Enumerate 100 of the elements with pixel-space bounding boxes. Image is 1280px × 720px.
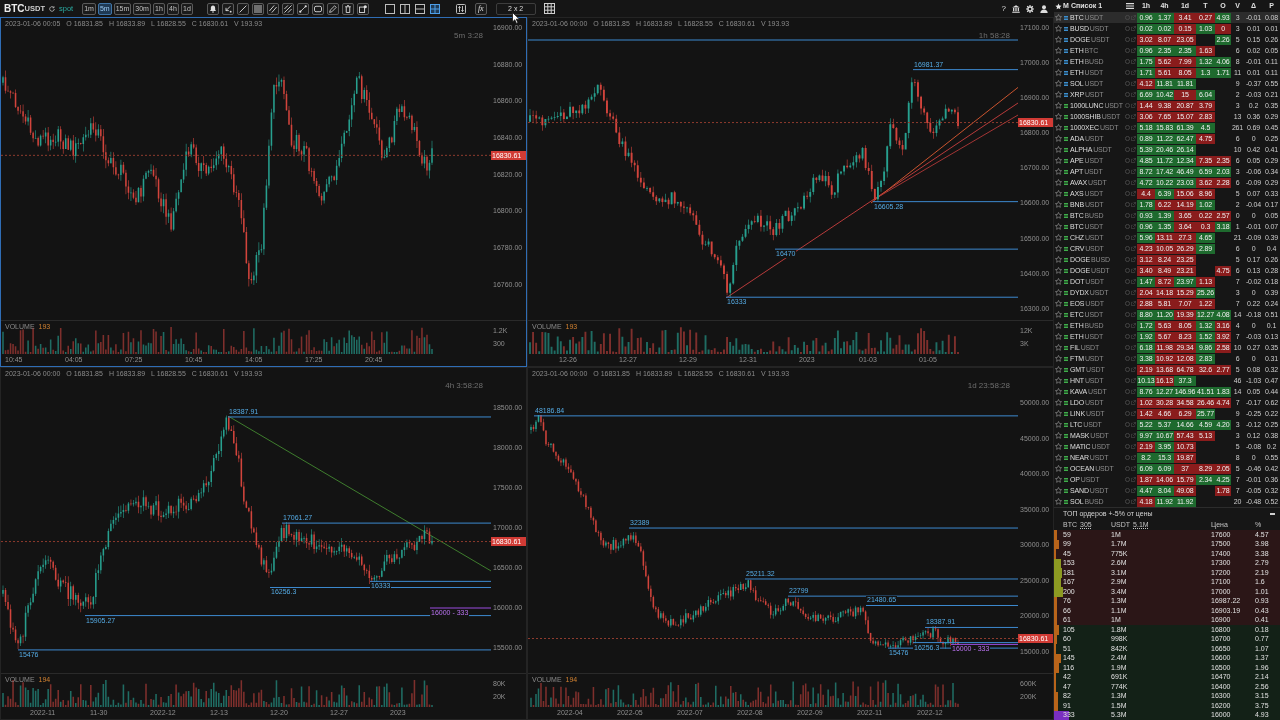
external-link-icon[interactable] [1131,422,1136,427]
star-icon[interactable] [1055,36,1062,43]
star-icon[interactable] [1055,102,1062,109]
external-link-icon[interactable] [1131,15,1136,20]
external-link-icon[interactable] [1131,169,1136,174]
star-icon[interactable] [1055,201,1062,208]
external-link-icon[interactable] [1131,466,1136,471]
circle-icon[interactable] [1125,268,1130,273]
star-icon[interactable] [1055,432,1062,439]
circle-icon[interactable] [1125,444,1130,449]
star-icon[interactable] [1055,212,1062,219]
star-icon[interactable] [1055,179,1062,186]
external-link-icon[interactable] [1131,136,1136,141]
circle-icon[interactable] [1125,191,1130,196]
star-icon[interactable] [1055,124,1062,131]
external-link-icon[interactable] [1131,301,1136,306]
star-icon[interactable] [1055,366,1062,373]
four-panes-icon[interactable] [429,3,440,14]
star-icon[interactable] [1055,410,1062,417]
circle-icon[interactable] [1125,213,1130,218]
circle-icon[interactable] [1125,477,1130,482]
drawing-tool-button[interactable] [341,2,354,15]
circle-icon[interactable] [1125,323,1130,328]
two-columns-icon[interactable] [399,3,410,14]
circle-icon[interactable] [1125,389,1130,394]
circle-icon[interactable] [1125,455,1130,460]
external-link-icon[interactable] [1131,70,1136,75]
external-link-icon[interactable] [1131,213,1136,218]
star-icon[interactable] [1055,421,1062,428]
circle-icon[interactable] [1125,70,1130,75]
external-link-icon[interactable] [1131,48,1136,53]
circle-icon[interactable] [1125,400,1130,405]
external-link-icon[interactable] [1131,59,1136,64]
external-link-icon[interactable] [1131,180,1136,185]
external-link-icon[interactable] [1131,290,1136,295]
circle-icon[interactable] [1125,334,1130,339]
circle-icon[interactable] [1125,147,1130,152]
external-link-icon[interactable] [1131,389,1136,394]
table-icon[interactable] [543,3,555,14]
star-icon[interactable] [1055,300,1062,307]
circle-icon[interactable] [1125,499,1130,504]
bank-icon[interactable] [1012,4,1020,13]
external-link-icon[interactable] [1131,103,1136,108]
external-link-icon[interactable] [1131,433,1136,438]
star-icon[interactable] [1055,399,1062,406]
circle-icon[interactable] [1125,37,1130,42]
star-icon[interactable] [1055,47,1062,54]
star-icon[interactable] [1055,25,1062,32]
external-link-icon[interactable] [1131,125,1136,130]
circle-icon[interactable] [1125,433,1130,438]
external-link-icon[interactable] [1131,400,1136,405]
external-link-icon[interactable] [1131,191,1136,196]
circle-icon[interactable] [1125,136,1130,141]
external-link-icon[interactable] [1131,345,1136,350]
star-icon[interactable] [1055,344,1062,351]
chart-panel[interactable] [527,367,1054,720]
circle-icon[interactable] [1125,26,1130,31]
external-link-icon[interactable] [1131,455,1136,460]
star-icon[interactable] [1055,69,1062,76]
circle-icon[interactable] [1125,92,1130,97]
external-link-icon[interactable] [1131,378,1136,383]
star-icon[interactable] [1055,234,1062,241]
formula-button[interactable]: fx [474,2,487,15]
circle-icon[interactable] [1125,466,1130,471]
refresh-icon[interactable] [49,5,55,12]
user-icon[interactable] [1040,4,1048,13]
external-link-icon[interactable] [1131,367,1136,372]
circle-icon[interactable] [1125,59,1130,64]
external-link-icon[interactable] [1131,235,1136,240]
circle-icon[interactable] [1125,257,1130,262]
star-icon[interactable] [1055,58,1062,65]
star-icon[interactable] [1055,91,1062,98]
external-link-icon[interactable] [1131,158,1136,163]
two-rows-icon[interactable] [414,3,425,14]
star-icon[interactable] [1055,322,1062,329]
minimize-icon[interactable] [1270,513,1275,515]
external-link-icon[interactable] [1131,147,1136,152]
chart-panel[interactable] [0,17,527,367]
circle-icon[interactable] [1125,158,1130,163]
drawing-tool-button[interactable] [311,2,324,15]
circle-icon[interactable] [1125,114,1130,119]
circle-icon[interactable] [1125,125,1130,130]
star-icon[interactable] [1055,157,1062,164]
single-pane-icon[interactable] [384,3,395,14]
star-icon[interactable] [1055,311,1062,318]
circle-icon[interactable] [1125,290,1130,295]
circle-icon[interactable] [1125,180,1130,185]
drawing-tool-button[interactable] [296,2,309,15]
external-link-icon[interactable] [1131,356,1136,361]
circle-icon[interactable] [1125,235,1130,240]
circle-icon[interactable] [1125,279,1130,284]
star-icon[interactable] [1055,487,1062,494]
external-link-icon[interactable] [1131,488,1136,493]
external-link-icon[interactable] [1131,477,1136,482]
star-icon[interactable] [1055,168,1062,175]
external-link-icon[interactable] [1131,257,1136,262]
circle-icon[interactable] [1125,422,1130,427]
circle-icon[interactable] [1125,356,1130,361]
star-icon[interactable] [1055,267,1062,274]
external-link-icon[interactable] [1131,26,1136,31]
